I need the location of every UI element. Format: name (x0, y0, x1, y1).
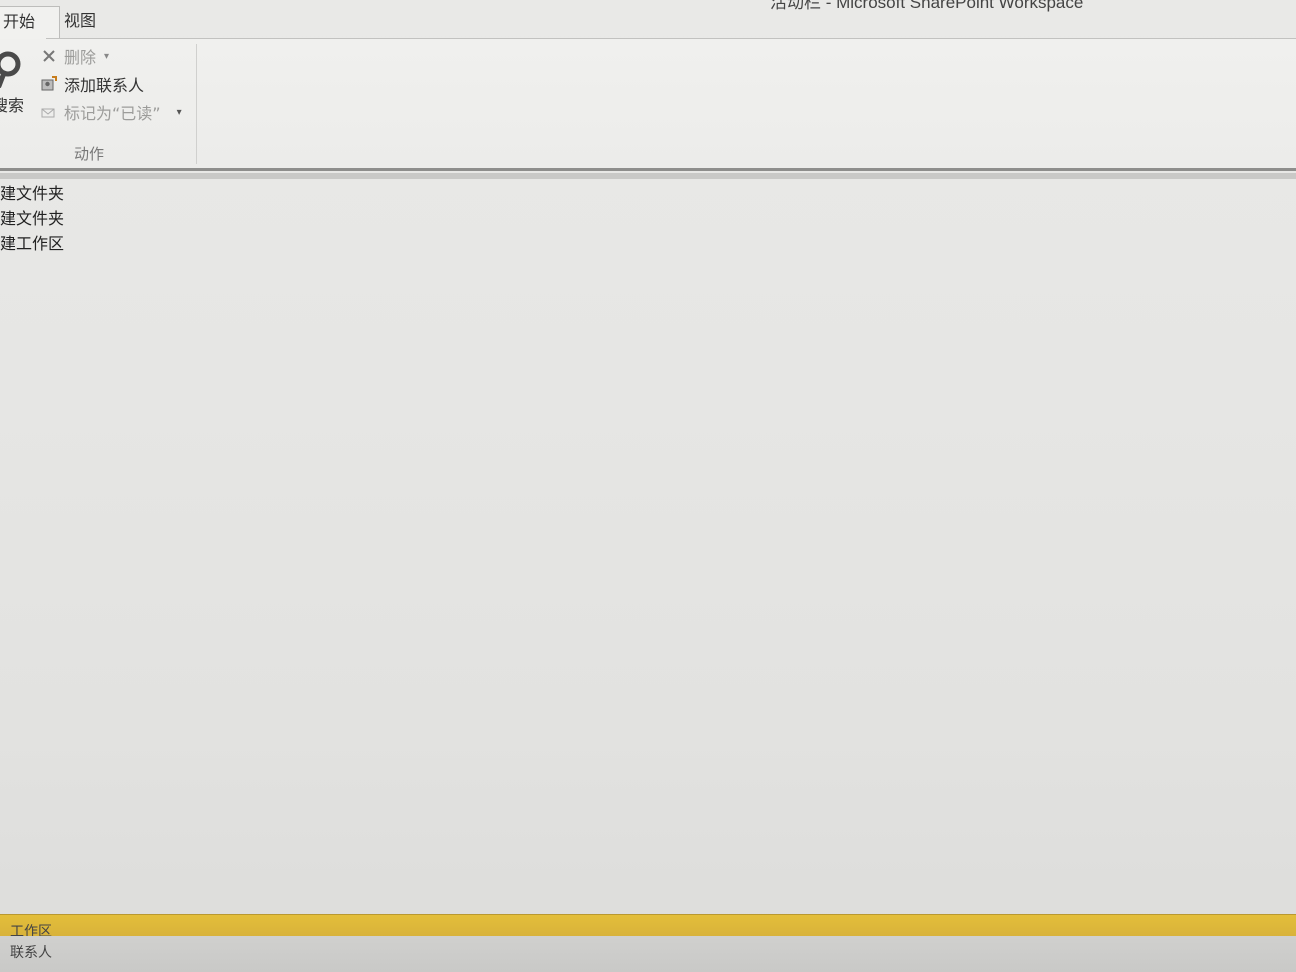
mark-read-dropdown-icon[interactable]: ▾ (177, 107, 182, 118)
nav-item-new-folder-1[interactable]: 新建文件夹 (0, 180, 64, 204)
delete-label: 删除 (64, 48, 97, 67)
nav-item-new-workspace[interactable]: 新建工作区 (0, 230, 64, 254)
group-divider (196, 44, 197, 164)
add-contact-label: 添加联系人 (64, 76, 145, 95)
tab-home[interactable]: 开始 (0, 6, 60, 39)
ribbon-border (0, 168, 1296, 171)
ribbon-shadow (0, 173, 1296, 179)
ribbon (0, 39, 1296, 169)
mark-read-button[interactable]: 标记为“已读” ▾ (38, 100, 182, 124)
add-contact-button[interactable]: 添加联系人 (38, 72, 144, 96)
ribbon-tabs: 开始 视图 (0, 0, 1296, 40)
delete-dropdown-icon: ▾ (104, 50, 110, 62)
tab-view[interactable]: 视图 (58, 6, 102, 38)
contacts-bar[interactable]: 联系人 (0, 936, 1296, 972)
mark-read-icon (38, 101, 60, 123)
delete-x-icon (38, 45, 60, 67)
nav-item-new-folder-2[interactable]: 新建文件夹 (0, 205, 64, 229)
actions-group-label: 动作 (74, 145, 105, 163)
add-contact-icon (38, 73, 60, 95)
workspaces-bar[interactable]: 工作区 (0, 914, 1296, 940)
delete-button[interactable]: 删除 ▾ (38, 44, 109, 68)
mark-read-label: 标记为“已读” (64, 104, 161, 123)
magnifier-icon (0, 51, 21, 88)
contacts-label: 联系人 (10, 945, 52, 961)
search-label: 搜索 (0, 96, 25, 115)
